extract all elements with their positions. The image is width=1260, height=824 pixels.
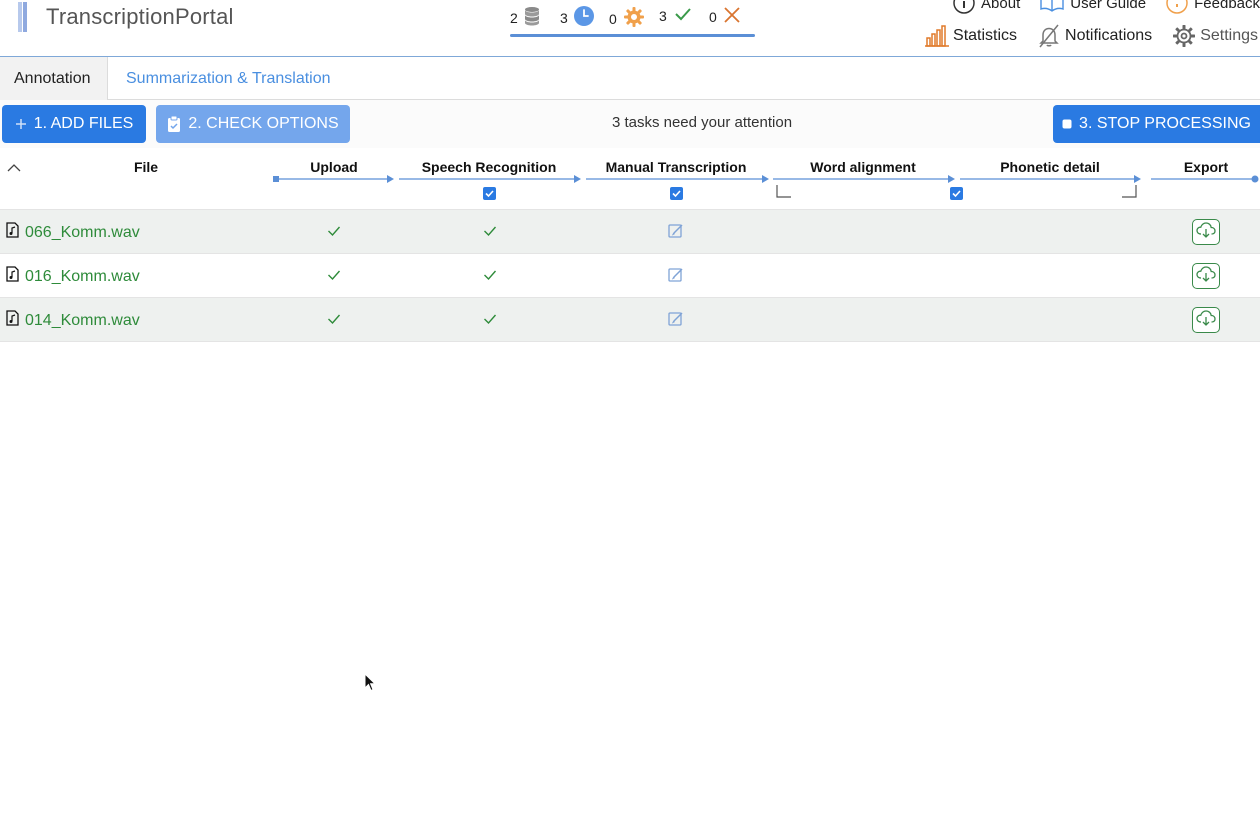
- app-logo[interactable]: TranscriptionPortal: [18, 2, 234, 32]
- notifications-label: Notifications: [1065, 27, 1153, 44]
- file-cell[interactable]: 014_Komm.wav: [6, 310, 140, 331]
- audio-file-icon: [6, 310, 19, 331]
- clipboard-icon: [167, 115, 181, 133]
- phonetic-detail-checkbox[interactable]: [950, 187, 963, 200]
- status-waiting-count: 3: [560, 9, 568, 26]
- upload-done-check-icon: [327, 268, 341, 286]
- status-failed-count: 0: [709, 8, 717, 25]
- feedback-label: Feedback: [1194, 0, 1260, 12]
- mode-tabs: Annotation Summarization & Translation: [0, 57, 1260, 100]
- bar-chart-icon: [925, 25, 950, 47]
- processing-status-bar[interactable]: 2 3 0 3 0: [510, 2, 755, 37]
- file-cell[interactable]: 066_Komm.wav: [6, 222, 140, 243]
- tab-annotation[interactable]: Annotation: [0, 57, 108, 100]
- settings-label: Settings: [1200, 27, 1258, 44]
- cloud-download-icon: [1196, 265, 1216, 288]
- table-row[interactable]: 066_Komm.wav: [0, 210, 1260, 254]
- attention-message: 3 tasks need your attention: [611, 114, 793, 131]
- action-toolbar: 1. ADD FILES 2. CHECK OPTIONS 3 tasks ne…: [0, 100, 1260, 148]
- settings-gear-icon: [1172, 24, 1196, 48]
- table-row[interactable]: 016_Komm.wav: [0, 254, 1260, 298]
- statistics-label: Statistics: [953, 27, 1018, 44]
- file-name[interactable]: 016_Komm.wav: [25, 268, 140, 286]
- file-cell[interactable]: 016_Komm.wav: [6, 266, 140, 287]
- status-waiting: 3: [560, 6, 594, 29]
- status-processing-count: 0: [609, 10, 617, 27]
- database-icon: [524, 6, 540, 29]
- bell-off-icon: [1037, 24, 1061, 48]
- stop-icon: [1062, 119, 1072, 129]
- status-done-count: 3: [659, 7, 667, 24]
- add-files-button[interactable]: 1. ADD FILES: [2, 105, 146, 143]
- check-options-button[interactable]: 2. CHECK OPTIONS: [156, 105, 350, 143]
- upload-done-check-icon: [327, 224, 341, 242]
- asr-done-check-icon: [483, 312, 497, 330]
- mouse-cursor-icon: [364, 672, 377, 698]
- plus-icon: [15, 118, 27, 130]
- file-name[interactable]: 014_Komm.wav: [25, 312, 140, 330]
- upload-done-check-icon: [327, 312, 341, 330]
- info-icon: [953, 0, 975, 14]
- status-processing: 0: [609, 6, 645, 31]
- book-icon: [1040, 0, 1064, 13]
- statistics-link[interactable]: Statistics: [925, 25, 1017, 47]
- cloud-download-icon: [1196, 221, 1216, 244]
- status-done: 3: [659, 6, 693, 25]
- app-header: TranscriptionPortal 2 3 0 3 0 About User…: [0, 0, 1260, 57]
- check-options-label: 2. CHECK OPTIONS: [188, 115, 339, 132]
- cloud-download-icon: [1196, 309, 1216, 332]
- feedback-icon: [1166, 0, 1188, 14]
- feedback-link[interactable]: Feedback: [1166, 0, 1260, 14]
- speech-recognition-checkbox[interactable]: [483, 187, 496, 200]
- main-nav: Statistics Notifications Settings: [905, 24, 1258, 48]
- audio-file-icon: [6, 222, 19, 243]
- asr-done-check-icon: [483, 268, 497, 286]
- edit-transcript-icon[interactable]: [668, 223, 684, 244]
- tab-summarization-translation[interactable]: Summarization & Translation: [112, 57, 345, 100]
- clock-icon: [573, 6, 594, 29]
- manual-transcription-checkbox[interactable]: [670, 187, 683, 200]
- edit-transcript-icon[interactable]: [668, 267, 684, 288]
- about-link[interactable]: About: [953, 0, 1020, 14]
- table-header: File Upload Speech Recognition Manual Tr…: [0, 148, 1260, 210]
- status-failed: 0: [709, 6, 741, 27]
- asr-done-check-icon: [483, 224, 497, 242]
- checkmark-icon: [673, 6, 693, 25]
- status-queued: 2: [510, 6, 540, 29]
- status-bar-underline: [510, 34, 755, 37]
- top-links: About User Guide Feedback: [933, 0, 1260, 14]
- user-guide-link[interactable]: User Guide: [1040, 0, 1146, 13]
- stop-processing-button[interactable]: 3. STOP PROCESSING: [1053, 105, 1260, 143]
- export-button[interactable]: [1192, 219, 1220, 245]
- export-button[interactable]: [1192, 263, 1220, 289]
- about-label: About: [981, 0, 1021, 12]
- status-queued-count: 2: [510, 9, 518, 26]
- workflow-arrows: [273, 175, 1259, 198]
- table-row[interactable]: 014_Komm.wav: [0, 298, 1260, 342]
- notifications-link[interactable]: Notifications: [1037, 24, 1152, 48]
- cross-icon: [723, 6, 741, 27]
- user-guide-label: User Guide: [1070, 0, 1147, 12]
- audio-file-icon: [6, 266, 19, 287]
- app-title: TranscriptionPortal: [46, 4, 234, 29]
- logo-icon: [18, 2, 32, 32]
- stop-processing-label: 3. STOP PROCESSING: [1079, 115, 1251, 132]
- add-files-label: 1. ADD FILES: [33, 115, 134, 132]
- file-name[interactable]: 066_Komm.wav: [25, 224, 140, 242]
- settings-link[interactable]: Settings: [1172, 24, 1258, 48]
- export-button[interactable]: [1192, 307, 1220, 333]
- gear-icon: [623, 6, 645, 31]
- edit-transcript-icon[interactable]: [668, 311, 684, 332]
